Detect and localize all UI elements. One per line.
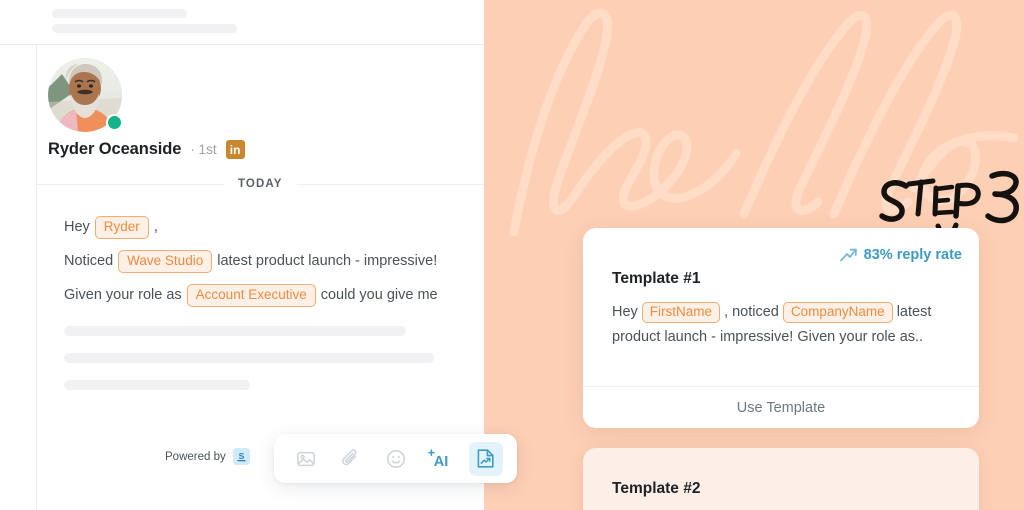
- merge-token-companyname[interactable]: CompanyName: [782, 301, 893, 323]
- ai-assist-button[interactable]: AI: [424, 442, 458, 476]
- template-doc-icon: [477, 449, 494, 468]
- message-text: Hey: [64, 219, 90, 236]
- message-placeholder-bar-1: [64, 326, 406, 336]
- panel-header: [0, 0, 484, 45]
- merge-token-ryder[interactable]: Ryder: [94, 216, 149, 239]
- svg-text:AI: AI: [433, 454, 448, 470]
- template-card-1[interactable]: 83% reply rate Template #1 Hey FirstName,…: [583, 228, 979, 428]
- ai-sparkle-icon: AI: [427, 448, 448, 470]
- merge-token-wave-studio[interactable]: Wave Studio: [118, 249, 213, 273]
- reply-rate-indicator: 83% reply rate: [839, 247, 962, 263]
- message-line-3: Given your role as Account Executive cou…: [64, 283, 484, 307]
- message-text: Given your role as: [64, 287, 182, 304]
- insert-image-button[interactable]: [289, 442, 323, 476]
- use-template-toolbar-button[interactable]: [468, 441, 503, 476]
- connection-degree: · 1st: [190, 142, 217, 157]
- header-placeholder-bar-1: [52, 9, 187, 18]
- template-1-title: Template #1: [612, 270, 701, 287]
- body-text: Hey: [612, 304, 638, 320]
- header-divider: [0, 44, 484, 45]
- message-text: Noticed: [64, 253, 114, 270]
- message-line-1: Hey Ryder ,: [64, 216, 484, 239]
- message-placeholder-bar-3: [64, 380, 250, 390]
- message-text: could you give me: [320, 287, 438, 304]
- trending-up-icon: [839, 248, 857, 262]
- smiley-icon: [386, 449, 405, 468]
- svg-text:S: S: [238, 451, 244, 461]
- message-placeholder-bar-2: [64, 353, 434, 363]
- template-2-title: Template #2: [612, 480, 701, 497]
- merge-token-firstname[interactable]: FirstName: [641, 301, 721, 323]
- powered-by: Powered by S: [165, 448, 250, 465]
- insert-emoji-button[interactable]: [379, 442, 413, 476]
- date-divider-label: TODAY: [238, 178, 283, 190]
- left-rail-divider: [36, 45, 37, 510]
- template-card-2[interactable]: Template #2: [583, 448, 979, 510]
- message-text: ,: [153, 219, 158, 236]
- message-draft[interactable]: Hey Ryder , Noticed Wave Studio latest p…: [64, 216, 484, 318]
- powered-by-label: Powered by: [165, 450, 226, 463]
- divider-line-right: [296, 183, 484, 185]
- date-divider: TODAY: [36, 178, 484, 190]
- reply-rate-label: 83% reply rate: [863, 247, 962, 263]
- brand-s-glyph: S: [237, 451, 246, 461]
- linkedin-icon: in: [225, 140, 245, 159]
- profile-name-row: Ryder Oceanside · 1st in: [48, 140, 245, 159]
- avatar[interactable]: [48, 58, 123, 132]
- composer-toolbar: AI: [274, 434, 517, 483]
- divider-line-left: [36, 183, 224, 185]
- image-icon: [296, 451, 315, 466]
- attach-file-button[interactable]: [334, 442, 368, 476]
- merge-token-account-executive[interactable]: Account Executive: [186, 283, 316, 307]
- screenshot-root: 83% reply rate Template #1 Hey FirstName,…: [0, 0, 1024, 510]
- template-1-body: Hey FirstName, noticed CompanyName latest p…: [612, 300, 957, 351]
- header-placeholder-bar-2: [52, 24, 237, 33]
- brand-logo-icon: S: [232, 448, 250, 465]
- online-status-dot: [106, 114, 123, 131]
- profile-name: Ryder Oceanside: [48, 140, 182, 158]
- paperclip-icon: [341, 448, 357, 465]
- body-text: , noticed: [724, 304, 779, 320]
- use-template-button[interactable]: Use Template: [583, 387, 979, 428]
- message-line-2: Noticed Wave Studio latest product launc…: [64, 249, 484, 273]
- message-text: latest product launch - impressive!: [217, 253, 438, 270]
